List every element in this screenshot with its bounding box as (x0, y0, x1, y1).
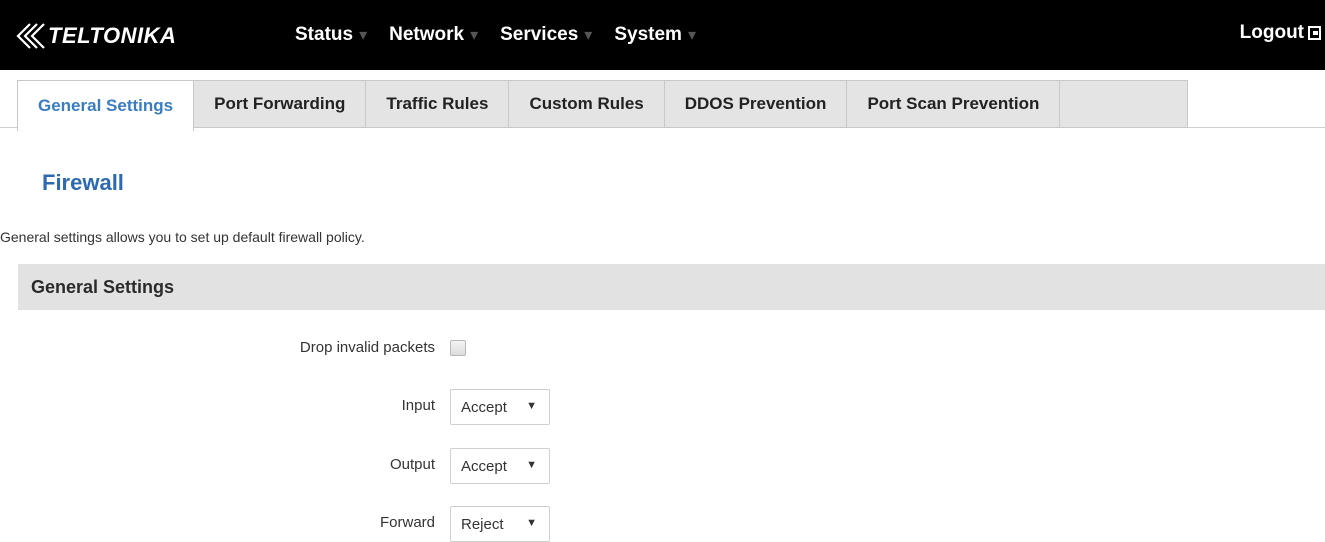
page-description: General settings allows you to set up de… (0, 229, 365, 245)
nav-services[interactable]: Services ▾ (500, 24, 592, 46)
input-policy-select[interactable]: Accept ▼ (450, 389, 550, 425)
dropdown-caret-icon: ▾ (470, 27, 479, 44)
select-arrow-icon: ▼ (526, 517, 537, 529)
tab-label: Port Forwarding (214, 94, 346, 113)
tab-ddos-prevention[interactable]: DDOS Prevention (664, 80, 848, 128)
tab-general-settings[interactable]: General Settings (17, 80, 195, 131)
main-nav: Status ▾ Network ▾ Services ▾ System ▾ (295, 24, 718, 46)
nav-network-label: Network (389, 24, 465, 45)
output-policy-select[interactable]: Accept ▼ (450, 448, 550, 484)
nav-system[interactable]: System ▾ (614, 24, 696, 46)
logo-text: TELTONIKA (48, 23, 177, 48)
select-arrow-icon: ▼ (526, 459, 537, 471)
input-label: Input (401, 397, 435, 414)
forward-label: Forward (379, 514, 435, 531)
tab-label: General Settings (38, 96, 174, 115)
tab-label: Traffic Rules (386, 94, 489, 113)
tab-label: Custom Rules (529, 94, 644, 113)
teltonika-logo[interactable]: TELTONIKA (12, 18, 176, 54)
dropdown-caret-icon: ▾ (687, 27, 696, 44)
input-policy-value: Accept (461, 398, 507, 416)
select-arrow-icon: ▼ (526, 400, 537, 412)
drop-invalid-packets-label: Drop invalid packets (299, 339, 435, 356)
top-navigation-bar: TELTONIKA Status ▾ Network ▾ Services ▾ … (0, 0, 1325, 70)
logout-icon (1308, 26, 1321, 40)
forward-policy-select[interactable]: Reject ▼ (450, 506, 550, 542)
tab-label: Port Scan Prevention (867, 94, 1040, 113)
tab-filler (1060, 80, 1189, 128)
logout-label: Logout (1239, 22, 1304, 43)
nav-system-label: System (614, 24, 682, 45)
tab-label: DDOS Prevention (684, 94, 827, 113)
teltonika-logo-icon (16, 23, 45, 49)
forward-policy-value: Reject (461, 515, 504, 533)
tab-traffic-rules[interactable]: Traffic Rules (366, 80, 510, 128)
tab-port-scan-prevention[interactable]: Port Scan Prevention (847, 80, 1061, 128)
dropdown-caret-icon: ▾ (584, 27, 593, 44)
tab-custom-rules[interactable]: Custom Rules (509, 80, 665, 128)
page-title: Firewall (42, 170, 124, 195)
logout-button[interactable]: Logout (1240, 22, 1321, 44)
output-policy-value: Accept (461, 457, 507, 475)
drop-invalid-packets-checkbox[interactable] (450, 340, 466, 356)
output-label: Output (389, 456, 435, 473)
dropdown-caret-icon: ▾ (359, 27, 368, 44)
nav-status-label: Status (295, 24, 354, 45)
nav-network[interactable]: Network ▾ (389, 24, 478, 46)
nav-services-label: Services (500, 24, 579, 45)
settings-tabs: General Settings Port Forwarding Traffic… (17, 80, 1189, 131)
section-title: General Settings (31, 276, 175, 297)
section-header: General Settings (18, 264, 1325, 310)
nav-status[interactable]: Status ▾ (295, 24, 367, 46)
tab-port-forwarding[interactable]: Port Forwarding (194, 80, 367, 128)
tabs-bar: General Settings Port Forwarding Traffic… (0, 70, 1325, 133)
